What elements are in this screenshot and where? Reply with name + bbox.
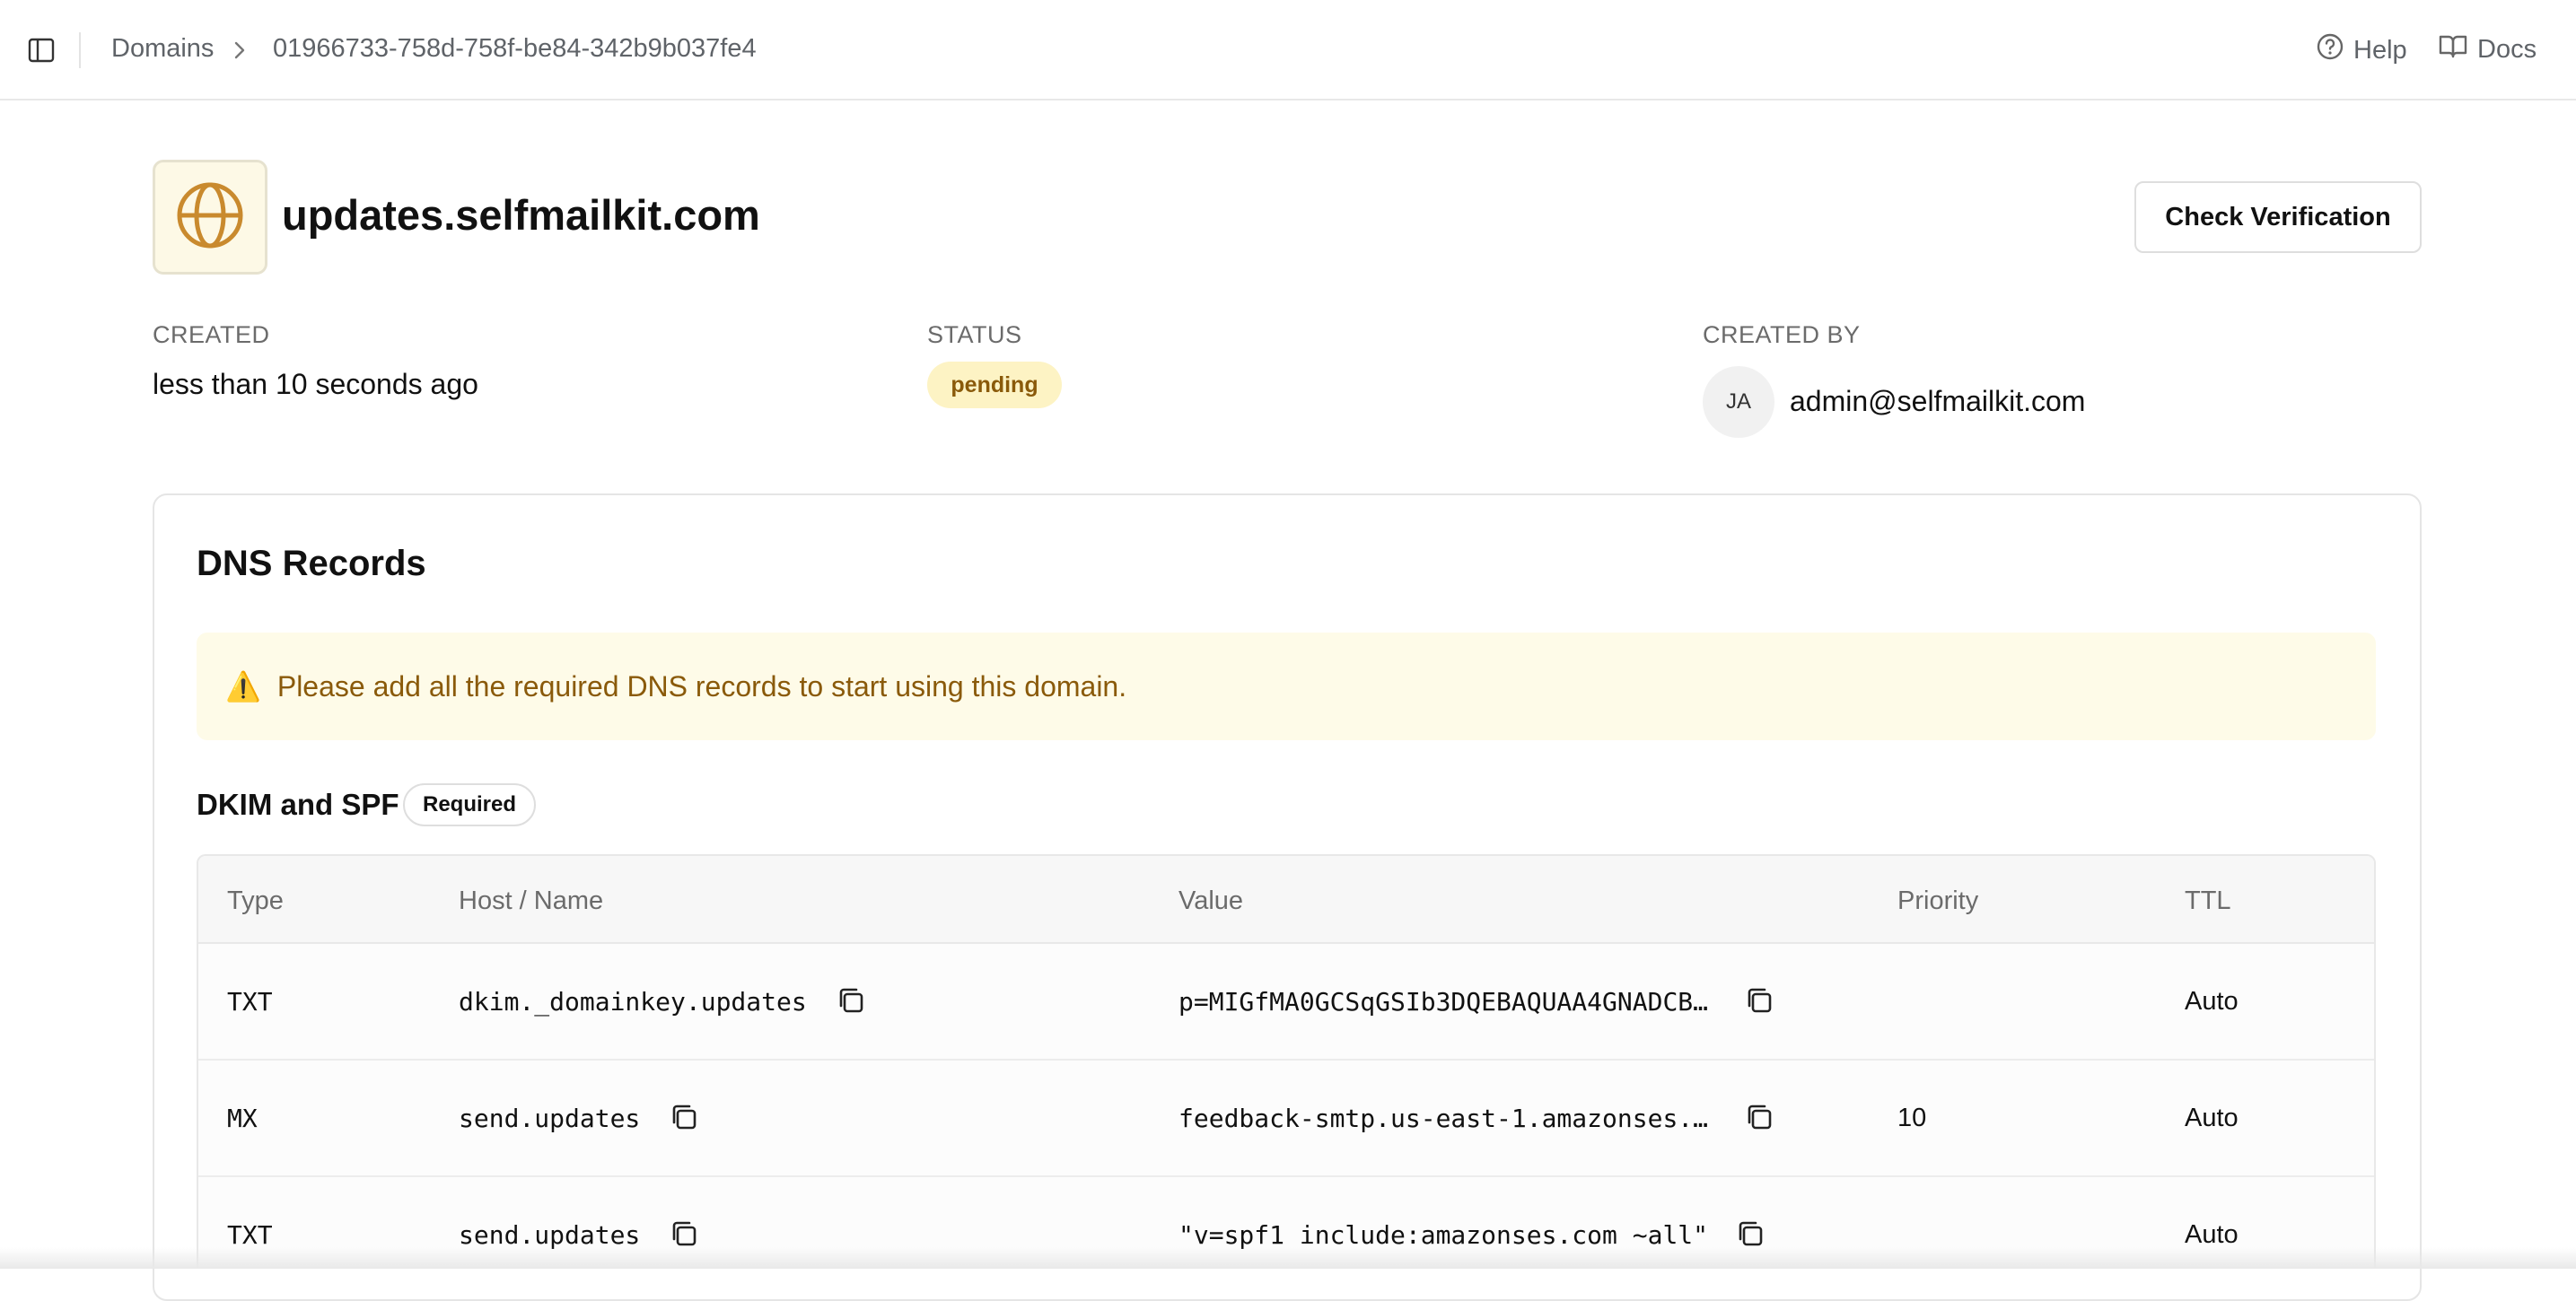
- docs-link[interactable]: Docs: [2438, 32, 2537, 66]
- created-by-email: admin@selfmailkit.com: [1790, 385, 2086, 417]
- record-type: TXT: [227, 987, 273, 1017]
- docs-label: Docs: [2477, 34, 2537, 64]
- record-value: p=MIGfMA0GCSqGSIb3DQEBAQUAA4GNADCB…: [1178, 987, 1709, 1017]
- warning-icon: ⚠️: [225, 670, 261, 703]
- alert-text: Please add all the required DNS records …: [276, 669, 1127, 703]
- column-header-type: Type: [227, 886, 284, 915]
- help-link[interactable]: Help: [2316, 32, 2407, 68]
- book-open-icon: [2438, 32, 2468, 66]
- record-host: dkim._domainkey.updates: [459, 987, 807, 1017]
- record-type: TXT: [227, 1220, 273, 1250]
- created-value: less than 10 seconds ago: [153, 368, 478, 400]
- column-header-priority: Priority: [1897, 886, 1979, 915]
- sidebar-toggle-icon[interactable]: [27, 36, 56, 65]
- column-header-ttl: TTL: [2185, 886, 2231, 915]
- breadcrumb-domains[interactable]: Domains: [111, 34, 214, 64]
- record-host: send.updates: [459, 1104, 641, 1133]
- column-header-value: Value: [1178, 886, 1244, 915]
- record-ttl: Auto: [2185, 987, 2239, 1016]
- copy-icon[interactable]: [669, 1102, 699, 1132]
- record-priority: 10: [1897, 1104, 1927, 1132]
- column-header-host: Host / Name: [459, 886, 604, 915]
- table-header: Type Host / Name Value Priority TTL: [198, 856, 2374, 944]
- record-value: feedback-smtp.us-east-1.amazonses.…: [1178, 1104, 1709, 1133]
- bottom-shadow: [0, 1247, 2576, 1269]
- required-badge: Required: [403, 783, 536, 826]
- dns-records-title: DNS Records: [197, 544, 426, 583]
- record-ttl: Auto: [2185, 1104, 2239, 1132]
- section-title: DKIM and SPF: [197, 788, 399, 821]
- divider: [79, 32, 81, 68]
- record-host: send.updates: [459, 1220, 641, 1250]
- record-type: MX: [227, 1104, 258, 1133]
- created-by-label: CREATED BY: [1703, 321, 1861, 348]
- domain-icon-box: [153, 160, 267, 275]
- page-title: updates.selfmailkit.com: [282, 191, 760, 239]
- dns-alert: ⚠️ Please add all the required DNS recor…: [197, 633, 2376, 740]
- chevron-right-icon: [230, 39, 250, 62]
- status-badge: pending: [927, 362, 1062, 408]
- globe-icon: [174, 179, 246, 256]
- top-bar: Domains 01966733-758d-758f-be84-342b9b03…: [0, 0, 2576, 100]
- check-verification-button[interactable]: Check Verification: [2134, 181, 2422, 253]
- copy-icon[interactable]: [1744, 985, 1774, 1016]
- breadcrumb-domain-id: 01966733-758d-758f-be84-342b9b037fe4: [273, 34, 757, 63]
- table-row: TXT dkim._domainkey.updates p=MIGfMA0GCS…: [198, 944, 2374, 1061]
- copy-icon[interactable]: [836, 985, 866, 1016]
- avatar: JA: [1703, 366, 1774, 438]
- copy-icon[interactable]: [1735, 1218, 1766, 1249]
- copy-icon[interactable]: [1744, 1102, 1774, 1132]
- created-label: CREATED: [153, 321, 270, 348]
- copy-icon[interactable]: [669, 1218, 699, 1249]
- help-label: Help: [2353, 35, 2407, 65]
- record-ttl: Auto: [2185, 1220, 2239, 1249]
- help-circle-icon: [2316, 32, 2344, 68]
- dns-table: Type Host / Name Value Priority TTL TXT …: [197, 854, 2376, 1269]
- status-label: STATUS: [927, 321, 1022, 348]
- table-row: MX send.updates feedback-smtp.us-east-1.…: [198, 1061, 2374, 1177]
- record-value: "v=spf1 include:amazonses.com ~all": [1178, 1220, 1709, 1250]
